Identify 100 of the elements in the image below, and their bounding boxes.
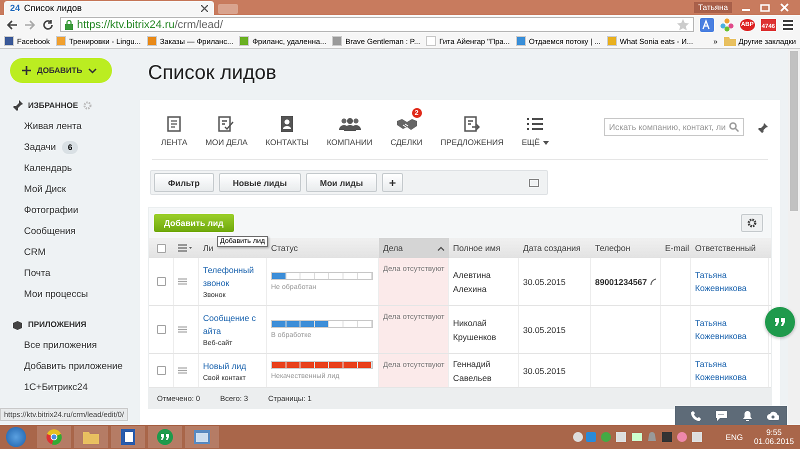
pin-icon[interactable] <box>758 123 768 133</box>
people-icon <box>338 116 361 130</box>
column-header[interactable]: Дата создания <box>519 238 591 258</box>
user-link[interactable]: Татьяна Кожевникова <box>695 268 764 294</box>
row-menu-icon[interactable] <box>178 367 187 374</box>
column-header[interactable]: Полное имя <box>449 238 519 258</box>
section-title: ИЗБРАННОЕ <box>28 101 78 110</box>
window-icon[interactable] <box>529 178 539 186</box>
column-header[interactable]: Дела <box>379 238 449 258</box>
column-header[interactable]: E-mail <box>661 238 691 258</box>
start-button[interactable] <box>6 427 26 447</box>
caret-icon <box>542 140 549 144</box>
back-icon[interactable] <box>6 18 18 30</box>
lead-link[interactable]: Сообщение с айта <box>203 312 262 338</box>
counter-badge: 6 <box>62 141 78 154</box>
clock[interactable]: 9:55 01.06.2015 <box>754 428 794 446</box>
chat-taskbar-icon[interactable] <box>148 426 182 448</box>
window-taskbar-icon[interactable] <box>185 426 219 448</box>
toolbar-button[interactable]: ЛЕНТА <box>152 107 196 147</box>
menu-icon[interactable] <box>178 244 192 252</box>
sidebar-item[interactable]: Добавить приложение <box>24 361 123 372</box>
user-link[interactable]: Татьяна Кожевникова <box>695 358 764 384</box>
chevron-down-icon <box>88 68 98 74</box>
plus-icon <box>22 66 31 75</box>
bell-icon[interactable] <box>742 410 752 420</box>
lead-link[interactable]: Новый лид <box>203 360 246 372</box>
sidebar-item[interactable]: Мой Диск <box>24 184 66 195</box>
menu-icon[interactable] <box>782 18 794 30</box>
sidebar-item[interactable]: Календарь <box>24 163 72 174</box>
quote-icon <box>774 317 786 327</box>
flower-icon[interactable] <box>720 18 734 32</box>
close-icon[interactable] <box>201 4 208 12</box>
column-header[interactable]: Телефон <box>591 238 661 258</box>
list-icon <box>527 116 544 130</box>
star-icon[interactable] <box>676 18 689 30</box>
document-taskbar-icon[interactable] <box>111 426 145 448</box>
tab-title: Список лидов <box>24 3 83 13</box>
toolbar-button[interactable]: КОМПАНИИ <box>318 107 382 147</box>
sidebar-item[interactable]: Задачи <box>24 142 56 153</box>
browser-taskbar-icon[interactable] <box>37 426 71 448</box>
add-button[interactable]: ДОБАВИТЬ <box>10 58 112 83</box>
checkbox[interactable] <box>156 366 166 375</box>
filter-button[interactable]: Мои лиды <box>306 173 378 192</box>
address-book-icon <box>280 116 294 132</box>
checkbox[interactable] <box>157 244 166 252</box>
pin-icon <box>12 100 23 111</box>
column-header[interactable]: Ответственный <box>691 238 769 258</box>
column-header[interactable]: Статус <box>267 238 379 258</box>
phone-icon[interactable] <box>650 278 656 286</box>
sidebar-item[interactable]: Почта <box>24 268 50 279</box>
lead-link[interactable]: Телефонный звонок <box>203 264 262 290</box>
scrollbar[interactable] <box>788 49 800 425</box>
toolbar-button[interactable]: МОИ ДЕЛА <box>196 107 257 147</box>
handshake-icon <box>396 116 418 130</box>
sidebar-item[interactable]: 1С+Битрикс24 <box>24 382 88 393</box>
document-icon <box>167 116 182 132</box>
page-title: Список лидов <box>148 62 278 85</box>
sidebar-item[interactable]: Мои процессы <box>24 289 88 300</box>
sidebar-item[interactable]: Сообщения <box>24 226 76 237</box>
browser-tab[interactable]: 24 Список лидов <box>4 1 214 15</box>
language-indicator[interactable]: ENG <box>726 432 743 442</box>
settings-button[interactable] <box>741 214 763 232</box>
checklist-icon <box>218 116 234 132</box>
search-field[interactable]: Искать компанию, контакт, ли <box>604 118 744 136</box>
cloud-icon[interactable] <box>767 411 780 420</box>
gear-icon <box>747 218 757 228</box>
sort-icon <box>437 246 445 250</box>
phone-icon[interactable] <box>690 410 701 420</box>
add-filter-button[interactable]: + <box>382 173 404 192</box>
sidebar-item[interactable]: Все приложения <box>24 340 97 351</box>
document-arrow-icon <box>464 116 480 132</box>
filter-button[interactable]: Новые лиды <box>218 173 301 192</box>
checkbox[interactable] <box>156 325 166 334</box>
sidebar-item[interactable]: Живая лента <box>24 121 82 132</box>
section-title: ПРИЛОЖЕНИЯ <box>28 320 86 329</box>
chat-icon[interactable] <box>716 410 728 420</box>
table-cell: 30.05.2015 <box>523 276 566 286</box>
table-cell: 30.05.2015 <box>523 324 566 334</box>
lock-icon <box>65 20 73 30</box>
apps-icon <box>12 319 23 330</box>
toolbar-button[interactable]: КОНТАКТЫ <box>256 107 318 147</box>
sidebar-item[interactable]: Фотографии <box>24 205 78 216</box>
forward-icon[interactable] <box>24 18 36 30</box>
filter-button[interactable]: Фильтр <box>154 173 214 192</box>
translate-icon[interactable] <box>700 18 714 32</box>
settings-icon[interactable] <box>83 101 92 110</box>
table-cell-text: Геннадий Савельев <box>453 358 492 384</box>
reload-icon[interactable] <box>42 18 54 30</box>
profile-name[interactable]: Татьяна <box>694 2 732 13</box>
folder-icon <box>724 36 736 46</box>
row-menu-icon[interactable] <box>178 326 187 333</box>
checkbox[interactable] <box>156 277 166 286</box>
toolbar-button[interactable]: ЕЩЁ <box>512 107 558 147</box>
user-link[interactable]: Татьяна Кожевникова <box>695 316 764 342</box>
toolbar-button[interactable]: ПРЕДЛОЖЕНИЯ <box>432 107 513 147</box>
sidebar-item[interactable]: CRM <box>24 247 46 258</box>
row-menu-icon[interactable] <box>178 278 187 285</box>
table-cell-text: Николай Крушенков <box>453 316 498 344</box>
search-icon[interactable] <box>729 122 739 132</box>
address-bar[interactable]: https://ktv.bitrix24.ru/crm/lead/ <box>60 17 694 32</box>
